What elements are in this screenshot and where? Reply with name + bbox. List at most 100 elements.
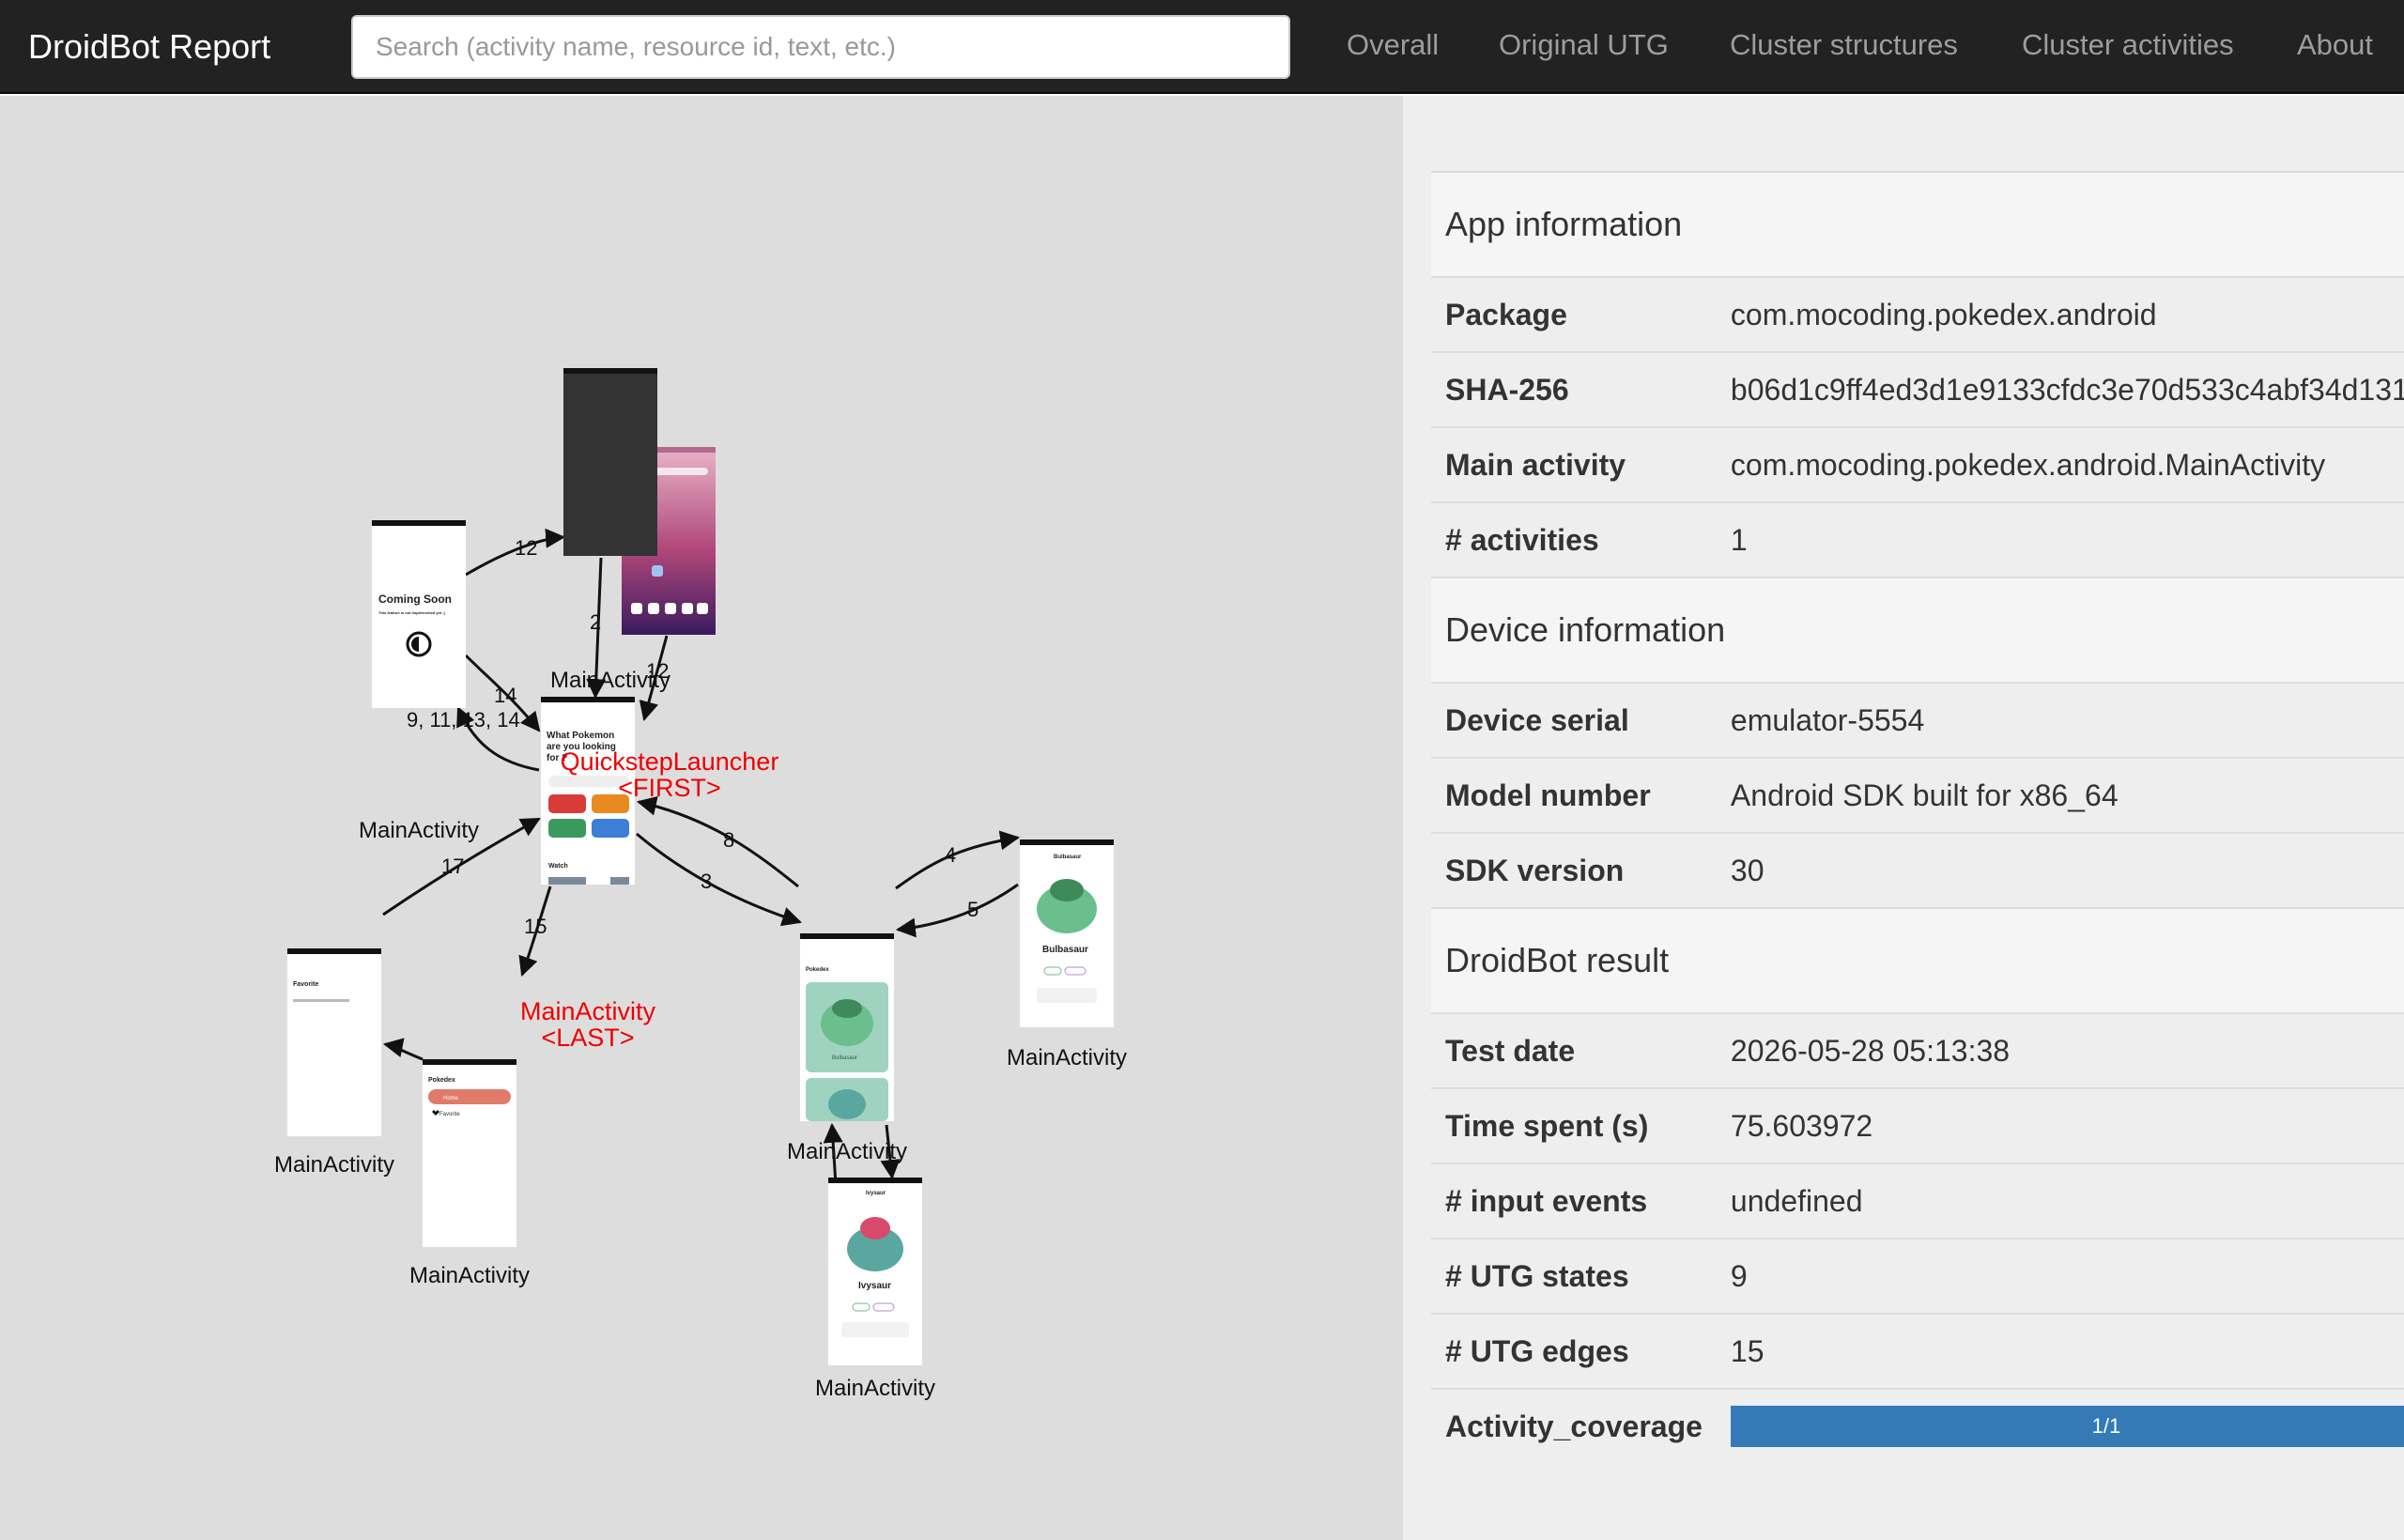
node-ivysaur-detail[interactable]: Ivysaur Ivysaur: [828, 1178, 922, 1365]
edge-list-to-home[interactable]: [636, 795, 799, 888]
edge-list-to-bulbasaur[interactable]: [895, 830, 1021, 890]
home-search-field: [548, 776, 629, 787]
coverage-progress-bar: 1/1: [1730, 1406, 2404, 1447]
drawer-item-label: Favorite: [439, 1112, 460, 1117]
info-value: emulator-5554: [1716, 682, 2404, 758]
section-device-information: Device information: [1431, 577, 2404, 683]
info-row-activities: # activities 1: [1431, 501, 2404, 578]
home-category-card: [548, 819, 586, 838]
info-row-sdk-version: SDK version 30: [1431, 832, 2404, 908]
info-value: 1/1: [1716, 1388, 2404, 1463]
info-key: # UTG states: [1431, 1238, 1717, 1314]
home-section-title: Watch: [548, 863, 568, 870]
nav-link-original-utg[interactable]: Original UTG: [1499, 0, 1669, 90]
screenshot-favorite: [287, 948, 381, 1136]
section-app-information: App information: [1431, 171, 2404, 277]
ivysaur-name: Ivysaur: [858, 1281, 891, 1291]
info-row-main-activity: Main activity com.mocoding.pokedex.andro…: [1431, 426, 2404, 502]
coming-soon-subtitle: This feature is not implemented yet :(: [378, 610, 446, 615]
edge-label: 14: [494, 684, 516, 707]
edge-label: 9, 11, 13, 14: [407, 708, 520, 732]
bulbasaur-header: Bulbasaur: [1054, 855, 1082, 860]
edge-bulbasaur-to-list[interactable]: [895, 883, 1019, 938]
node-label-last-tag: <LAST>: [541, 1024, 634, 1052]
info-row-utg-edges: # UTG edges 15: [1431, 1313, 2404, 1389]
node-labels: MainActivity QuickstepLauncher <FIRST> M…: [274, 668, 1127, 1401]
info-value: Android SDK built for x86_64: [1716, 757, 2404, 833]
node-coming-soon[interactable]: Coming Soon This feature is not implemen…: [372, 520, 466, 708]
info-row-model-number: Model number Android SDK built for x86_6…: [1431, 757, 2404, 833]
node-dark-activity[interactable]: [563, 368, 657, 556]
info-key: # activities: [1431, 501, 1717, 578]
node-bulbasaur-detail[interactable]: Bulbasaur Bulbasaur: [1020, 839, 1114, 1027]
node-label-dark: MainActivity: [550, 668, 670, 693]
utg-graph-svg[interactable]: 12 2 12 14 9, 11, 13, 14 17 15 16 8 3 4 …: [0, 96, 1403, 1540]
node-drawer[interactable]: Pokedex Home Favorite: [423, 1059, 516, 1247]
info-row-test-date: Test date 2026-05-28 05:13:38: [1431, 1012, 2404, 1088]
nav-link-cluster-activities[interactable]: Cluster activities: [2022, 0, 2234, 90]
info-key: Test date: [1431, 1012, 1717, 1088]
launcher-app-icon: [652, 565, 663, 577]
drawer-item-label: Home: [443, 1096, 459, 1101]
nav-link-about[interactable]: About: [2297, 0, 2373, 90]
node-label-first-tag: <FIRST>: [618, 774, 721, 802]
info-row-utg-states: # UTG states 9: [1431, 1238, 2404, 1314]
utg-graph-canvas[interactable]: 12 2 12 14 9, 11, 13, 14 17 15 16 8 3 4 …: [0, 96, 1403, 1540]
info-row-activity-coverage: Activity_coverage 1/1: [1431, 1388, 2404, 1463]
edge-drawer-to-favorite[interactable]: [382, 1038, 424, 1061]
info-row-sha256: SHA-256 b06d1c9ff4ed3d1e9133cfdc3e70d533…: [1431, 351, 2404, 427]
ivysaur-header: Ivysaur: [866, 1191, 886, 1196]
node-label-favorite: MainActivity: [274, 1152, 394, 1178]
edge-label: 4: [945, 843, 956, 867]
info-key: Main activity: [1431, 426, 1717, 502]
drawer-item-selected: [428, 1089, 511, 1104]
info-key: Package: [1431, 276, 1717, 352]
info-key: Device serial: [1431, 682, 1717, 758]
info-value: b06d1c9ff4ed3d1e9133cfdc3e70d533c4abf34d…: [1716, 351, 2404, 427]
info-row-input-events: # input events undefined: [1431, 1163, 2404, 1239]
section-droidbot-result: DroidBot result: [1431, 907, 2404, 1013]
list-card-label: Bulbasaur: [832, 1055, 857, 1061]
nav-link-cluster-structures[interactable]: Cluster structures: [1730, 0, 1958, 90]
edge-label: 15: [524, 915, 547, 938]
list-title: Pokedex: [806, 967, 829, 973]
node-pokedex-list[interactable]: Pokedex Bulbasaur: [800, 933, 894, 1121]
home-title-line: What Pokemon: [547, 731, 614, 741]
coverage-progress: 1/1: [1730, 1406, 2404, 1447]
info-row-time-spent: Time spent (s) 75.603972: [1431, 1087, 2404, 1163]
info-key: # input events: [1431, 1163, 1717, 1239]
info-value: 75.603972: [1716, 1087, 2404, 1163]
node-label-list: MainActivity: [787, 1139, 907, 1164]
info-value: 1: [1716, 501, 2404, 578]
info-value: 15: [1716, 1313, 2404, 1389]
navbar: DroidBot Report Overall Original UTG Clu…: [0, 0, 2404, 94]
info-value: 9: [1716, 1238, 2404, 1314]
home-category-card: [592, 819, 629, 838]
node-label-drawer: MainActivity: [409, 1263, 530, 1288]
node-label-launcher: QuickstepLauncher: [561, 747, 779, 776]
home-category-card: [548, 794, 586, 813]
screenshot-drawer: [423, 1059, 516, 1247]
info-key: SDK version: [1431, 832, 1717, 908]
info-row-package: Package com.mocoding.pokedex.android: [1431, 276, 2404, 352]
favorite-title: Favorite: [293, 981, 318, 988]
info-key: Time spent (s): [1431, 1087, 1717, 1163]
info-key: Activity_coverage: [1431, 1388, 1717, 1463]
info-panel: App information Package com.mocoding.pok…: [1403, 96, 2404, 1540]
info-value: com.mocoding.pokedex.android.MainActivit…: [1716, 426, 2404, 502]
info-value: com.mocoding.pokedex.android: [1716, 276, 2404, 352]
node-label-coming-soon: MainActivity: [359, 818, 479, 843]
edge-label: 2: [590, 610, 601, 634]
brand-title[interactable]: DroidBot Report: [28, 0, 270, 94]
screenshot-dark: [563, 368, 657, 556]
info-row-device-serial: Device serial emulator-5554: [1431, 682, 2404, 758]
info-key: # UTG edges: [1431, 1313, 1717, 1389]
nav-link-overall[interactable]: Overall: [1347, 0, 1439, 90]
search-input[interactable]: [351, 15, 1290, 79]
info-value: 30: [1716, 832, 2404, 908]
edge-label: 5: [967, 898, 979, 921]
edge-home-to-list[interactable]: [636, 832, 802, 927]
info-value: 2026-05-28 05:13:38: [1716, 1012, 2404, 1088]
node-favorite[interactable]: Favorite: [287, 948, 381, 1136]
edge-label: 8: [723, 828, 734, 852]
